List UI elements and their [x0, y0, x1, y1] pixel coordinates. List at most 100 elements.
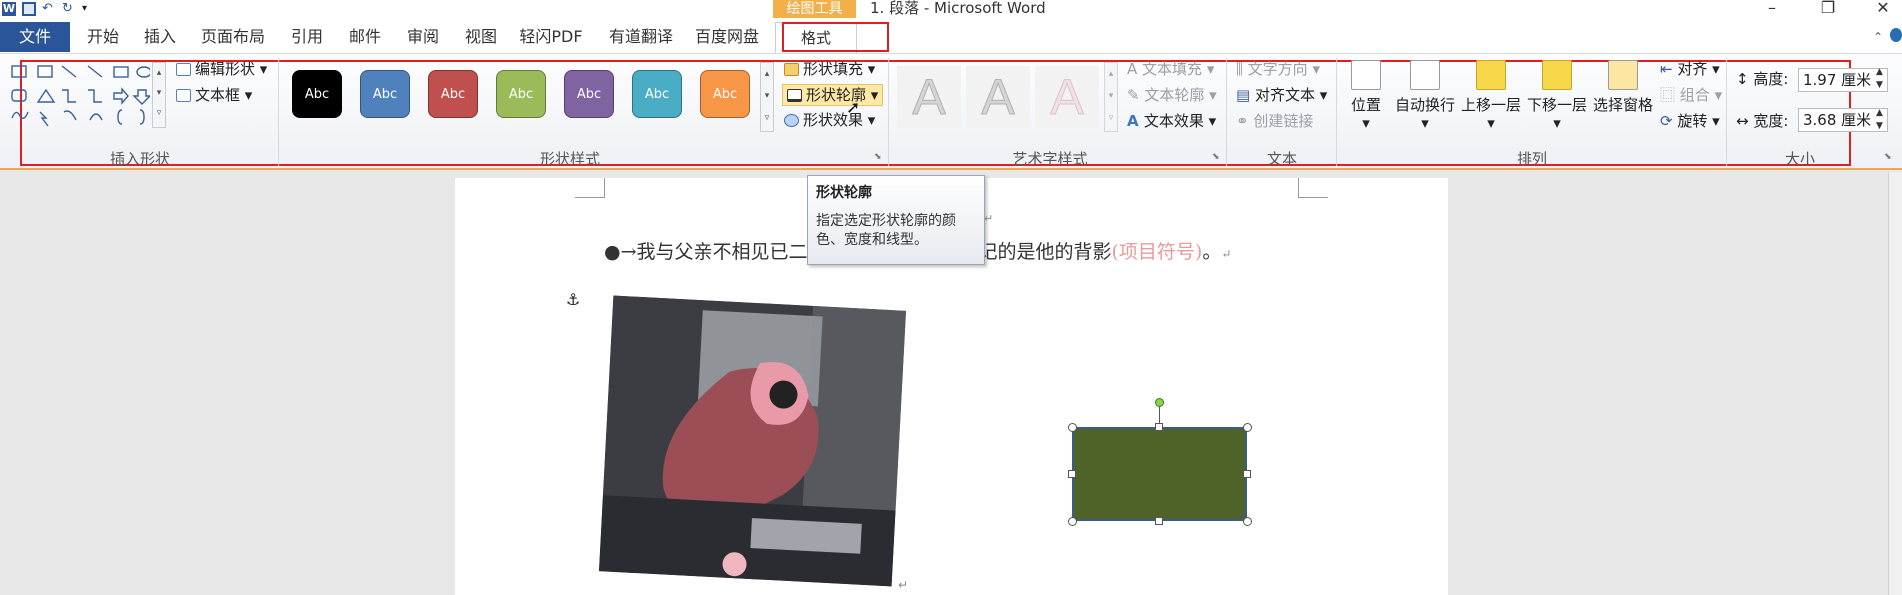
- text-effects-icon: A: [1127, 112, 1144, 130]
- undo-icon[interactable]: ↶: [42, 2, 56, 16]
- resize-handle-top[interactable]: [1155, 423, 1163, 431]
- resize-handle-right[interactable]: [1243, 470, 1251, 478]
- tab-insert[interactable]: 插入: [135, 22, 185, 52]
- rotate-button[interactable]: ⟳ 旋转 ▾: [1660, 112, 1720, 130]
- bullet-note: (项目符号): [1111, 241, 1203, 263]
- customize-qat-icon[interactable]: ▾: [82, 2, 96, 16]
- group-separator: [1226, 58, 1227, 166]
- close-icon[interactable]: ✕: [1868, 0, 1898, 18]
- paragraph-mark-icon: ↵: [984, 212, 994, 225]
- bring-forward-label: 上移一层: [1460, 96, 1521, 114]
- tab-view[interactable]: 视图: [456, 22, 506, 52]
- shape-styles-scroll[interactable]: ▴ ▾ ▿: [760, 62, 774, 132]
- tab-baidu-netdisk[interactable]: 百度网盘: [690, 22, 764, 52]
- create-link-button[interactable]: ⚭ 创建链接: [1236, 112, 1313, 130]
- tooltip-title: 形状轮廓: [816, 185, 872, 201]
- resize-handle-bottom-left[interactable]: [1068, 517, 1077, 526]
- shape-gallery[interactable]: [10, 62, 152, 128]
- shape-style-swatch[interactable]: Abc: [496, 70, 546, 118]
- tab-review[interactable]: 审阅: [398, 22, 448, 52]
- save-icon[interactable]: [22, 2, 36, 16]
- resize-handle-top-left[interactable]: [1068, 423, 1077, 432]
- edit-shape-button[interactable]: 编辑形状 ▾: [176, 60, 267, 78]
- bring-forward-button[interactable]: 上移一层 ▾: [1458, 60, 1524, 132]
- wordart-launcher-icon[interactable]: ⬊: [1212, 152, 1220, 162]
- text-direction-button[interactable]: ⫼ 文字方向 ▾: [1236, 60, 1320, 78]
- shape-gallery-scroll[interactable]: ▴ ▾ ▿: [152, 62, 166, 128]
- shape-style-swatch[interactable]: Abc: [360, 70, 410, 118]
- wordart-style-2[interactable]: A: [966, 66, 1030, 128]
- height-label-text: 高度:: [1753, 70, 1789, 88]
- context-tab-header: 绘图工具: [773, 0, 856, 18]
- shape-style-swatch[interactable]: Abc: [428, 70, 478, 118]
- width-spinner[interactable]: ▲ ▼: [1876, 107, 1883, 133]
- shape-styles-launcher-icon[interactable]: ⬊: [874, 152, 882, 162]
- height-input[interactable]: 1.97 厘米: [1798, 68, 1888, 92]
- tab-youdao-translate[interactable]: 有道翻译: [604, 22, 678, 52]
- text-box-button[interactable]: 文本框 ▾: [176, 86, 252, 104]
- width-input[interactable]: 3.68 厘米: [1798, 108, 1888, 132]
- group-button[interactable]: ⿴ 组合 ▾: [1660, 86, 1722, 104]
- tab-home[interactable]: 开始: [78, 22, 128, 52]
- align-text-button[interactable]: ▤ 对齐文本 ▾: [1236, 86, 1327, 104]
- shape-style-swatch[interactable]: Abc: [700, 70, 750, 118]
- minimize-icon[interactable]: –: [1757, 0, 1787, 18]
- tab-file[interactable]: 文件: [0, 22, 70, 52]
- wrap-text-button[interactable]: 自动换行 ▾: [1392, 60, 1458, 132]
- shape-effects-button[interactable]: 形状效果 ▾: [784, 111, 875, 129]
- group-label-arrange: 排列: [1516, 150, 1547, 168]
- height-spinner[interactable]: ▲ ▼: [1876, 66, 1883, 92]
- quick-access-toolbar: W ↶ ↻ ▾: [0, 0, 96, 18]
- shape-style-swatch[interactable]: Abc: [564, 70, 614, 118]
- text-box-label: 文本框: [195, 86, 241, 104]
- resize-handle-bottom[interactable]: [1155, 517, 1163, 525]
- shape-style-swatch[interactable]: Abc: [292, 70, 342, 118]
- tab-references[interactable]: 引用: [282, 22, 332, 52]
- text-outline-label: 文本轮廓: [1144, 86, 1205, 104]
- rotation-handle[interactable]: [1155, 398, 1164, 407]
- edit-shape-icon: [176, 63, 191, 76]
- shape-style-swatch[interactable]: Abc: [632, 70, 682, 118]
- position-button[interactable]: 位置 ▾: [1346, 60, 1386, 132]
- selection-pane-button[interactable]: 选择窗格: [1590, 60, 1656, 114]
- paragraph-mark-icon: ↵: [898, 578, 909, 592]
- width-label-text: 宽度:: [1753, 112, 1789, 130]
- text-outline-button[interactable]: ✎ 文本轮廓 ▾: [1127, 86, 1217, 104]
- word-app-icon[interactable]: W: [2, 2, 16, 16]
- text-effects-button[interactable]: A 文本效果 ▾: [1127, 112, 1216, 130]
- resize-handle-left[interactable]: [1068, 470, 1076, 478]
- text-fill-button[interactable]: A 文本填充 ▾: [1127, 60, 1214, 78]
- redo-icon[interactable]: ↻: [62, 2, 76, 16]
- size-launcher-icon[interactable]: ⬊: [1884, 152, 1892, 162]
- anime-illustration-image[interactable]: [598, 295, 907, 587]
- tab-page-layout[interactable]: 页面布局: [196, 22, 270, 52]
- selection-pane-label: 选择窗格: [1592, 96, 1653, 114]
- restore-icon[interactable]: ❐: [1813, 0, 1843, 18]
- help-icon[interactable]: [1890, 28, 1902, 42]
- wordart-style-1[interactable]: A: [897, 66, 961, 128]
- text-box-icon: [176, 89, 191, 102]
- create-link-icon: ⚭: [1236, 112, 1254, 130]
- tab-qingshan-pdf[interactable]: 轻闪PDF: [518, 22, 584, 52]
- wordart-style-3[interactable]: A: [1035, 66, 1099, 128]
- edit-shape-label: 编辑形状: [195, 60, 256, 78]
- group-separator: [888, 58, 889, 166]
- margin-corner-mark: [575, 178, 605, 198]
- shape-outline-button[interactable]: 形状轮廓 ▾: [782, 84, 884, 106]
- align-button[interactable]: ⇤ 对齐 ▾: [1660, 60, 1720, 78]
- resize-handle-bottom-right[interactable]: [1243, 517, 1252, 526]
- selected-rectangle-shape[interactable]: [1072, 427, 1247, 521]
- vertical-scrollbar[interactable]: [1888, 172, 1902, 595]
- group-label-text: 文本: [1266, 150, 1297, 168]
- rotation-handle-stem: [1159, 405, 1160, 425]
- collapse-ribbon-icon[interactable]: ⌃: [1873, 30, 1883, 44]
- paragraph-mark-icon: ↵: [1221, 247, 1232, 261]
- group-label-size: 大小: [1784, 150, 1815, 168]
- tab-mailings[interactable]: 邮件: [340, 22, 390, 52]
- wordart-scroll[interactable]: ▴ ▾ ▿: [1104, 62, 1118, 132]
- send-backward-button[interactable]: 下移一层 ▾: [1524, 60, 1590, 132]
- height-label: ↕ 高度:: [1736, 70, 1788, 88]
- format-tab-highlight: [782, 22, 889, 52]
- resize-handle-top-right[interactable]: [1243, 423, 1252, 432]
- shape-fill-button[interactable]: 形状填充 ▾: [784, 60, 875, 78]
